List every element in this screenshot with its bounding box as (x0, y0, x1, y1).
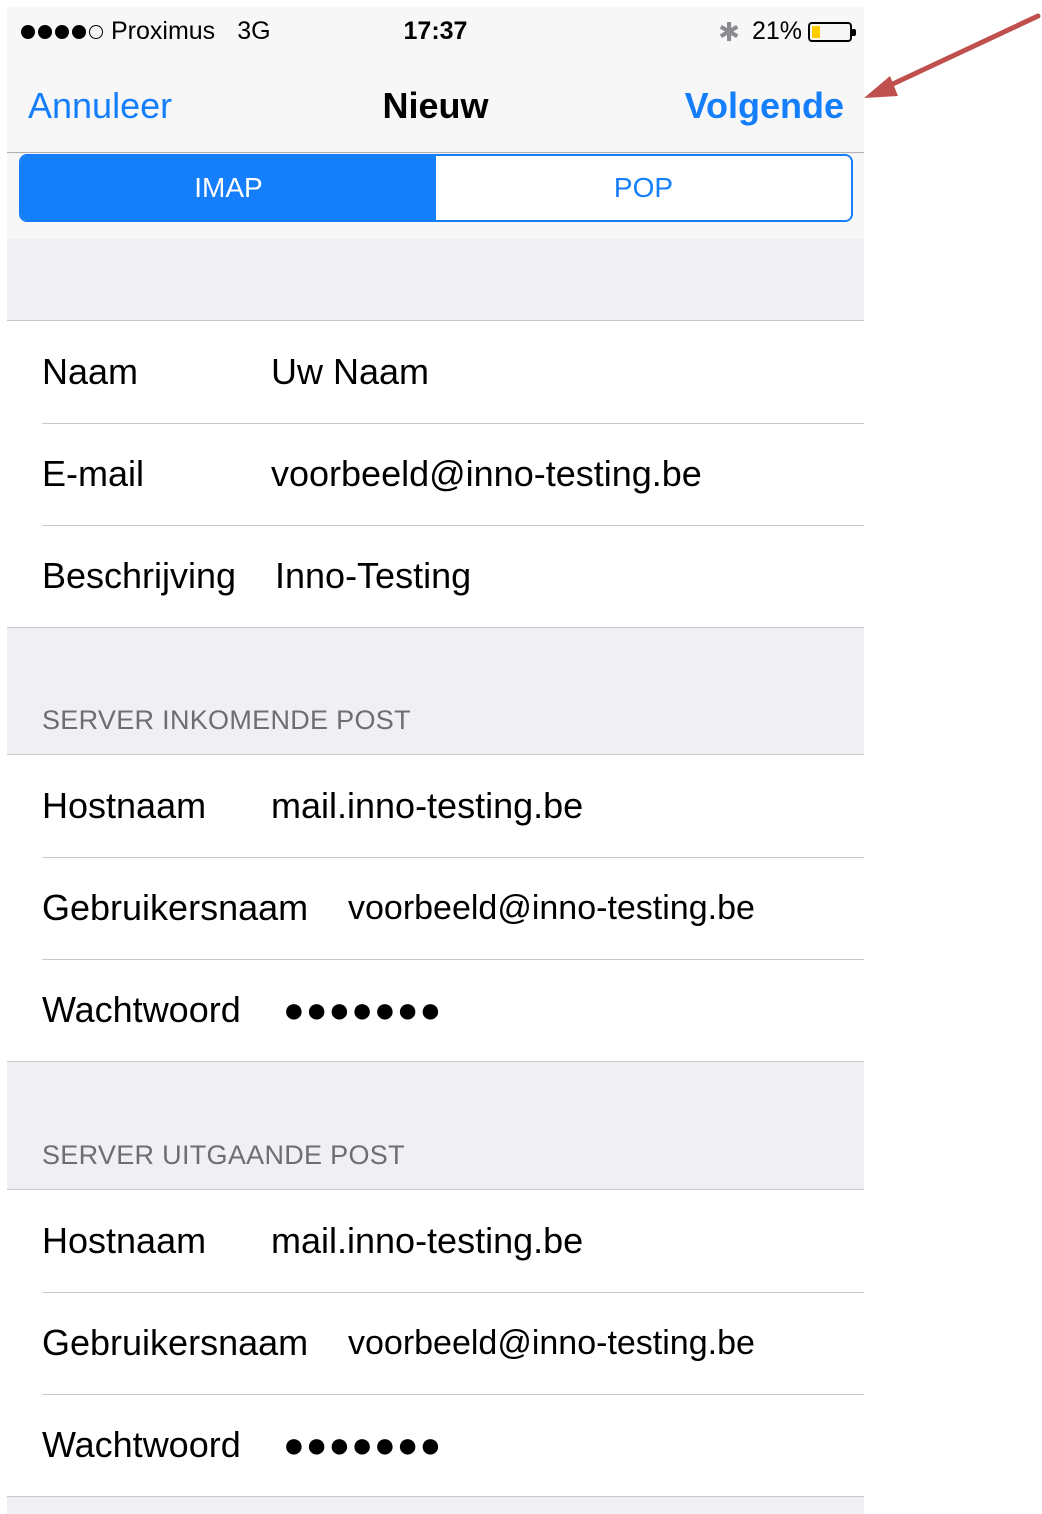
form-row-incoming-username[interactable]: Gebruikersnaam voorbeeld@inno-testing.be (7, 857, 864, 959)
incoming-username-field[interactable]: voorbeeld@inno-testing.be (348, 889, 755, 928)
arrow-shaft (877, 13, 1041, 93)
carrier-name: Proximus (111, 17, 216, 45)
bluetooth-icon: ✱ (718, 16, 740, 47)
name-field[interactable]: Uw Naam (271, 351, 429, 393)
form-row-name[interactable]: Naam Uw Naam (7, 321, 864, 423)
arrow-head (864, 76, 898, 98)
field-label: Wachtwoord (42, 1424, 241, 1465)
form-row-outgoing-username[interactable]: Gebruikersnaam voorbeeld@inno-testing.be (7, 1292, 864, 1394)
incoming-password-field[interactable]: ●●●●●●● (283, 989, 442, 1031)
form-row-outgoing-hostname[interactable]: Hostnaam mail.inno-testing.be (7, 1190, 864, 1292)
navigation-bar: Annuleer Nieuw Volgende (7, 55, 864, 153)
field-label: Wachtwoord (42, 989, 241, 1030)
field-label: Gebruikersnaam (42, 1322, 309, 1363)
segmented-control-area: IMAP POP (7, 154, 864, 239)
field-label: Hostnaam (42, 1220, 207, 1261)
status-left: Proximus 3G (21, 17, 271, 46)
next-button[interactable]: Volgende (685, 85, 844, 127)
outgoing-password-field[interactable]: ●●●●●●● (283, 1424, 442, 1466)
ios-screen: Proximus 3G 17:37 ✱ 21% Annuleer Nieuw V… (7, 7, 864, 1514)
segment-imap[interactable]: IMAP (21, 156, 436, 220)
form-row-incoming-hostname[interactable]: Hostnaam mail.inno-testing.be (7, 755, 864, 857)
network-type: 3G (237, 17, 271, 45)
field-label: Naam (42, 351, 139, 392)
status-right: ✱ 21% (718, 16, 856, 47)
battery-percent: 21% (751, 17, 802, 45)
outgoing-server-group: Hostnaam mail.inno-testing.be Gebruikers… (7, 1189, 864, 1497)
email-field[interactable]: voorbeeld@inno-testing.be (271, 453, 702, 495)
form-row-description[interactable]: Beschrijving Inno-Testing (7, 525, 864, 627)
annotation-arrow-icon (864, 13, 1041, 98)
battery-icon (808, 21, 856, 42)
account-type-segmented-control: IMAP POP (19, 154, 853, 222)
account-info-group: Naam Uw Naam E-mail voorbeeld@inno-testi… (7, 320, 864, 628)
incoming-server-group: Hostnaam mail.inno-testing.be Gebruikers… (7, 754, 864, 1062)
form-row-email[interactable]: E-mail voorbeeld@inno-testing.be (7, 423, 864, 525)
field-label: E-mail (42, 453, 145, 494)
incoming-hostname-field[interactable]: mail.inno-testing.be (271, 785, 583, 827)
battery-level (812, 25, 820, 38)
section-header-outgoing: SERVER UITGAANDE POST (42, 1140, 405, 1170)
cancel-button[interactable]: Annuleer (28, 85, 172, 127)
outgoing-hostname-field[interactable]: mail.inno-testing.be (271, 1220, 583, 1262)
status-bar: Proximus 3G 17:37 ✱ 21% (7, 7, 864, 55)
field-label: Gebruikersnaam (42, 887, 309, 928)
outgoing-username-field[interactable]: voorbeeld@inno-testing.be (348, 1324, 755, 1363)
form-row-outgoing-password[interactable]: Wachtwoord ●●●●●●● (7, 1394, 864, 1496)
form-row-incoming-password[interactable]: Wachtwoord ●●●●●●● (7, 959, 864, 1061)
description-field[interactable]: Inno-Testing (275, 555, 471, 597)
signal-strength-icon (21, 24, 103, 39)
segment-pop[interactable]: POP (436, 156, 851, 220)
field-label: Beschrijving (42, 555, 237, 596)
section-header-incoming: SERVER INKOMENDE POST (42, 705, 411, 735)
field-label: Hostnaam (42, 785, 207, 826)
